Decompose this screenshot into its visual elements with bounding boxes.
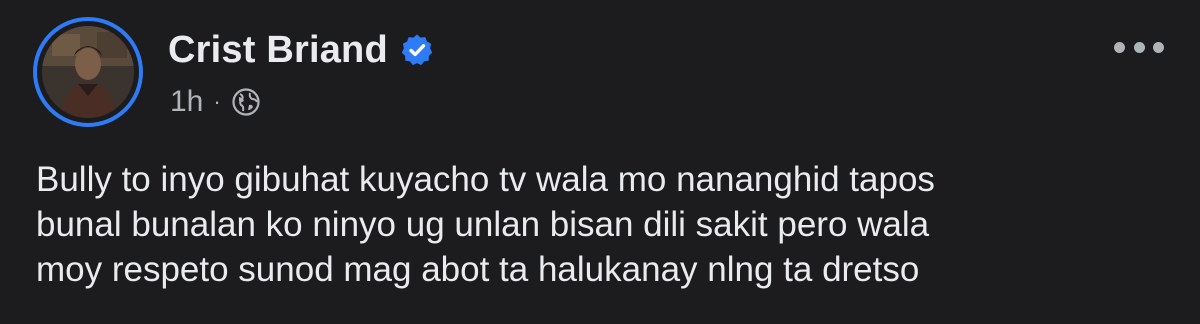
author-name[interactable]: Crist Briand	[168, 28, 388, 72]
avatar[interactable]	[33, 17, 143, 127]
post-meta: 1h ·	[170, 82, 261, 122]
post-timestamp[interactable]: 1h	[170, 82, 203, 122]
verified-badge-icon	[401, 34, 433, 66]
avatar-photo	[42, 26, 134, 118]
globe-icon[interactable]	[231, 87, 261, 117]
post-text: Bully to inyo gibuhat kuyacho tv wala mo…	[36, 160, 935, 289]
facebook-post: Crist Briand 1h · Bully to inyo gibuhat …	[0, 0, 1200, 324]
more-dot	[1114, 41, 1125, 53]
meta-separator: ·	[213, 89, 221, 114]
more-options-icon[interactable]	[1114, 32, 1164, 62]
more-dot	[1153, 41, 1164, 53]
more-dot	[1133, 41, 1145, 53]
author-row: Crist Briand	[168, 28, 434, 72]
